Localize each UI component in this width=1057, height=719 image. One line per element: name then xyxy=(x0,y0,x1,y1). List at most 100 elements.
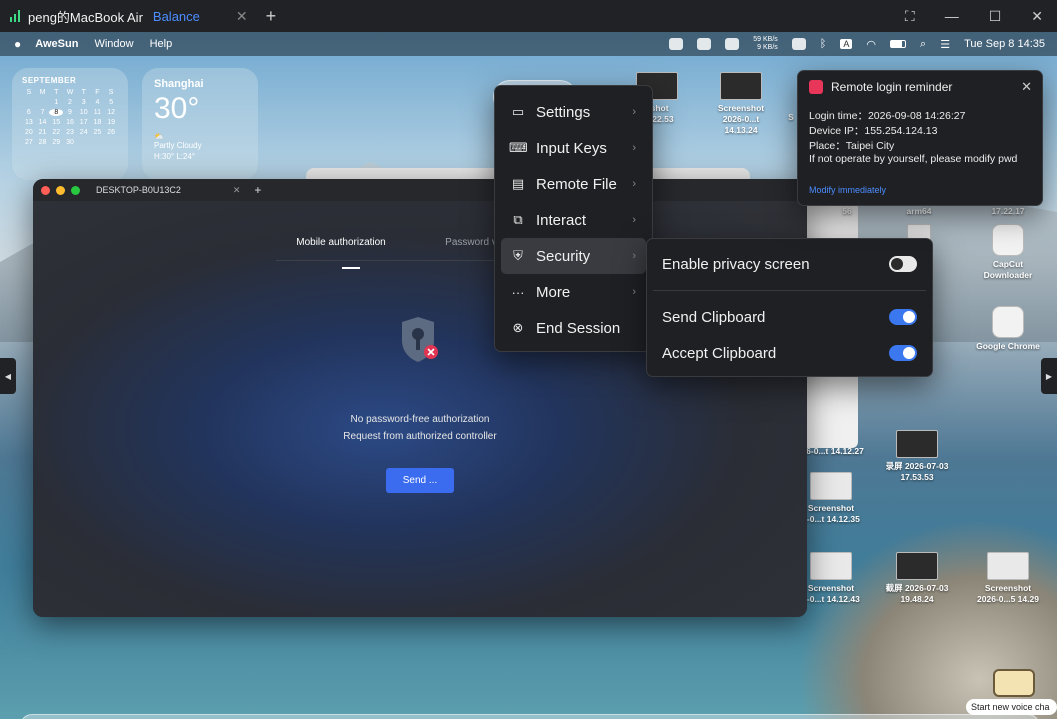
control-center-icon[interactable]: ☰ xyxy=(940,38,950,51)
calendar-day[interactable]: 1 xyxy=(49,99,63,106)
wifi-icon[interactable]: ◠ xyxy=(866,38,876,51)
calendar-day[interactable]: 29 xyxy=(49,139,63,146)
menubar-window[interactable]: Window xyxy=(94,38,133,50)
calendar-day[interactable] xyxy=(77,139,91,146)
reminder-login-time: Login time：2026-09-08 14:26:27 xyxy=(809,110,966,122)
calendar-day[interactable]: 24 xyxy=(77,129,91,136)
calendar-day[interactable]: 22 xyxy=(49,129,63,136)
maximize-button[interactable]: ☐ xyxy=(989,8,1002,25)
quality-mode[interactable]: Balance xyxy=(153,9,200,24)
remote-tab-add[interactable]: + xyxy=(254,183,261,197)
lock-shield-icon xyxy=(402,317,438,362)
calendar-day[interactable] xyxy=(104,139,118,146)
desktop-icon-arm64[interactable]: arm64 xyxy=(884,206,954,217)
calendar-day[interactable]: 7 xyxy=(36,109,50,116)
calendar-day[interactable]: 19 xyxy=(104,119,118,126)
accept-clipboard-row[interactable]: Accept Clipboard xyxy=(662,341,917,365)
close-dot-icon[interactable] xyxy=(41,185,50,195)
desktop-icon-file[interactable]: 17.22.17 xyxy=(973,206,1043,217)
fullscreen-button[interactable]: ⛶ xyxy=(905,8,915,25)
calendar-day[interactable]: 9 xyxy=(63,109,77,116)
session-tab-title[interactable]: peng的MacBook Air xyxy=(28,7,143,26)
reminder-warning: If not operate by yourself, please modif… xyxy=(809,153,1018,165)
menu-item-more[interactable]: ··· More › xyxy=(501,274,646,310)
status-game-icon[interactable] xyxy=(791,38,806,50)
privacy-screen-toggle[interactable] xyxy=(889,256,917,272)
calendar-day[interactable]: 21 xyxy=(36,129,50,136)
calendar-day[interactable]: 17 xyxy=(77,119,91,126)
calendar-day[interactable]: 27 xyxy=(22,139,36,146)
calendar-day[interactable]: 13 xyxy=(22,119,36,126)
remote-tab-close[interactable]: ✕ xyxy=(233,185,241,196)
calendar-day[interactable]: 15 xyxy=(49,119,63,126)
calendar-widget[interactable]: SEPTEMBER S M T W T F S 1 2 3 4 5 6 7 8 9 10 11 12 13 14 15 16… xyxy=(12,68,128,180)
calendar-day[interactable]: 2 xyxy=(63,99,77,106)
remote-window-title[interactable]: DESKTOP-B0U13C2 xyxy=(96,185,181,195)
privacy-screen-row[interactable]: Enable privacy screen xyxy=(662,252,917,276)
calendar-day[interactable]: 23 xyxy=(63,129,77,136)
calendar-day[interactable] xyxy=(22,99,36,106)
calendar-day[interactable]: 30 xyxy=(63,139,77,146)
menu-item-remote-file[interactable]: ▤ Remote File › xyxy=(501,166,646,202)
right-panel-toggle[interactable]: ▶ xyxy=(1041,358,1057,394)
tab-mobile-authorization[interactable]: Mobile authorization xyxy=(276,237,406,269)
voice-chat-widget[interactable]: Start new voice cha xyxy=(966,669,1057,715)
left-panel-toggle[interactable]: ◀ xyxy=(0,358,16,394)
weather-widget[interactable]: Shanghai 30° ⛅ Partly Cloudy H:30° L:24° xyxy=(142,68,258,180)
status-vpn-icon[interactable] xyxy=(725,38,740,50)
calendar-day[interactable]: 4 xyxy=(91,99,105,106)
calendar-day[interactable] xyxy=(91,139,105,146)
close-icon[interactable]: ✕ xyxy=(1021,79,1032,95)
calendar-day[interactable]: 10 xyxy=(77,109,91,116)
menu-item-security[interactable]: ⛨ Security › xyxy=(501,238,646,274)
calendar-day[interactable] xyxy=(36,99,50,106)
add-tab-button[interactable]: + xyxy=(266,6,277,27)
menu-item-input-keys[interactable]: ⌨ Input Keys › xyxy=(501,130,646,166)
desktop-icon-screenshot[interactable]: Screenshot 2026-0...5 14.29 xyxy=(973,552,1043,605)
calendar-day[interactable]: 26 xyxy=(104,129,118,136)
send-clipboard-row[interactable]: Send Clipboard xyxy=(662,305,917,329)
calendar-day[interactable]: 20 xyxy=(22,129,36,136)
calendar-day[interactable]: 11 xyxy=(91,109,105,116)
desktop-icon-screenshot[interactable]: Screenshot 2026-0...t 14.13.24 xyxy=(706,72,776,136)
desktop-icon-label[interactable]: 56 xyxy=(832,206,862,217)
desktop-icon-screenshot[interactable]: 6-0...t 14.12.27 xyxy=(800,446,870,457)
zoom-dot-icon[interactable] xyxy=(71,185,80,195)
calendar-day[interactable]: 6 xyxy=(22,109,36,116)
calendar-day[interactable]: 18 xyxy=(91,119,105,126)
menu-item-interact[interactable]: ⧉ Interact › xyxy=(501,202,646,238)
desktop-icon-screenshot[interactable]: 截屏 2026-07-03 19.48.24 xyxy=(882,552,952,605)
calendar-day[interactable]: 5 xyxy=(104,99,118,106)
calendar-day[interactable]: 16 xyxy=(63,119,77,126)
close-tab-button[interactable]: ✕ xyxy=(236,8,248,25)
input-source-indicator[interactable]: A xyxy=(840,39,853,49)
minimize-button[interactable]: — xyxy=(945,8,959,24)
menubar-help[interactable]: Help xyxy=(150,38,173,50)
status-sync-icon[interactable] xyxy=(697,38,712,50)
calendar-day[interactable]: 14 xyxy=(36,119,50,126)
calendar-day[interactable]: 12 xyxy=(104,109,118,116)
desktop-icon-capcut[interactable]: CapCut Downloader xyxy=(973,224,1043,281)
spotlight-icon[interactable]: ⌕ xyxy=(920,38,926,51)
menu-item-settings[interactable]: ▭ Settings › xyxy=(501,94,646,130)
close-window-button[interactable]: ✕ xyxy=(1031,8,1043,25)
bluetooth-icon[interactable]: ᛒ xyxy=(820,38,827,50)
desktop-icon-recording[interactable]: 录屏 2026-07-03 17.53.53 xyxy=(882,430,952,483)
calendar-day[interactable]: 3 xyxy=(77,99,91,106)
submenu-divider xyxy=(653,290,926,291)
desktop-icon-google-chrome[interactable]: Google Chrome xyxy=(973,306,1043,352)
send-request-button[interactable]: Send ... xyxy=(386,468,454,493)
status-app-icon[interactable] xyxy=(669,38,684,50)
accept-clipboard-toggle[interactable] xyxy=(889,345,917,361)
menu-item-end-session[interactable]: ⊗ End Session xyxy=(501,310,646,346)
calendar-day[interactable]: 25 xyxy=(91,129,105,136)
modify-immediately-link[interactable]: Modify immediately xyxy=(809,185,886,195)
calendar-day[interactable]: 8 xyxy=(49,109,64,116)
minimize-dot-icon[interactable] xyxy=(56,185,65,195)
send-clipboard-toggle[interactable] xyxy=(889,309,917,325)
apple-icon[interactable]: ● xyxy=(14,37,21,51)
menubar-app-name[interactable]: AweSun xyxy=(35,38,78,50)
battery-icon[interactable] xyxy=(890,40,907,48)
menubar-clock[interactable]: Tue Sep 8 14:35 xyxy=(964,38,1045,50)
calendar-day[interactable]: 28 xyxy=(36,139,50,146)
